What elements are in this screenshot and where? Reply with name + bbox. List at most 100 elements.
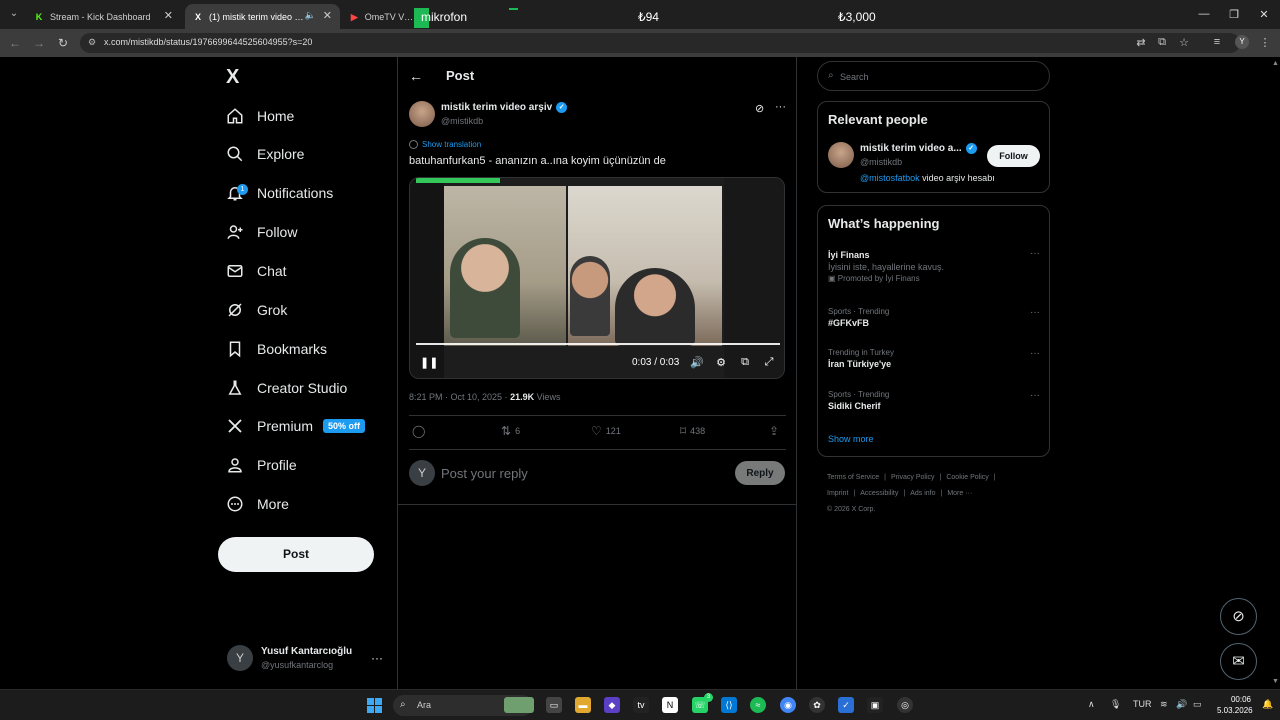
media-control-icon[interactable]: ≡ (1210, 36, 1224, 48)
sidebar-item-notifications[interactable]: 1 Notifications (226, 180, 333, 206)
reply-button[interactable]: Reply (735, 461, 785, 485)
repost-action[interactable]: ⇅ 6 (501, 424, 520, 438)
volume-icon[interactable]: 🔊 (1176, 699, 1187, 710)
page-scrollbar[interactable] (1271, 57, 1280, 689)
windows-start-icon[interactable] (367, 698, 382, 713)
site-info-icon[interactable]: ⚙ (88, 37, 96, 48)
tab-x-post[interactable]: X (1) mistik terim video arşiv 🔈 ✕ (185, 4, 340, 29)
translate-icon[interactable]: ⇄ (1134, 36, 1148, 49)
footer-link[interactable]: More ··· (947, 490, 972, 497)
restore-icon[interactable]: ❐ (1224, 8, 1244, 21)
grok-explain-icon[interactable]: ⊘ (755, 102, 764, 115)
wifi-icon[interactable]: ≋ (1160, 699, 1168, 710)
speaker-icon[interactable]: 🔈 (305, 10, 316, 21)
author-name[interactable]: mistik terim video arşiv ✓ (441, 102, 568, 113)
search-highlight-icon[interactable] (504, 697, 534, 713)
share-action[interactable]: ⇪ (769, 424, 783, 438)
reload-icon[interactable]: ↻ (56, 36, 70, 50)
sidebar-item-follow[interactable]: Follow (226, 219, 297, 245)
sidebar-item-more[interactable]: More (226, 491, 289, 517)
x-logo-icon[interactable]: X (226, 66, 239, 89)
apple-tv-icon[interactable]: tv (633, 697, 649, 713)
messages-fab-icon[interactable]: ✉ (1220, 643, 1257, 680)
footer-link[interactable]: Privacy Policy (891, 474, 935, 481)
account-switcher[interactable]: Y Yusuf Kantarcıoğlu @yusufkantarclog ··… (227, 645, 387, 673)
like-action[interactable]: ♡ 121 (591, 424, 621, 438)
grok-fab-icon[interactable]: ⊘ (1220, 598, 1257, 635)
trend-more-icon[interactable]: ··· (1030, 348, 1040, 359)
footer-link[interactable]: Terms of Service (827, 474, 879, 481)
footer-link[interactable]: Imprint (827, 490, 848, 497)
chrome-icon[interactable]: ◉ (780, 697, 796, 713)
sidebar-item-grok[interactable]: Grok (226, 297, 287, 323)
relevant-person-avatar[interactable] (828, 142, 854, 168)
tab-close-icon[interactable]: ✕ (164, 9, 173, 22)
search-input[interactable] (840, 68, 1040, 85)
trend-more-icon[interactable]: ··· (1030, 390, 1040, 401)
sidebar-item-profile[interactable]: Profile (226, 452, 297, 478)
bookmark-action[interactable]: ⌑ 438 (680, 424, 705, 438)
obs-icon[interactable]: ◎ (897, 697, 913, 713)
pause-icon[interactable]: ❚❚ (420, 356, 438, 369)
tray-overflow-icon[interactable]: ∧ (1088, 699, 1095, 710)
video-progress-bar[interactable] (416, 343, 780, 345)
todo-icon[interactable]: ✓ (838, 697, 854, 713)
window-close-icon[interactable]: ✕ (1254, 8, 1274, 21)
relevant-person-name[interactable]: mistik terim video a... ✓ (860, 143, 977, 154)
install-app-icon[interactable]: ⧉ (1155, 36, 1169, 49)
show-translation-link[interactable]: Show translation (409, 140, 481, 149)
back-arrow-icon[interactable]: ← (409, 68, 423, 84)
scroll-up-icon[interactable]: ▲ (1272, 60, 1279, 67)
vscode-icon[interactable]: ⟨⟩ (721, 697, 737, 713)
microphone-icon[interactable]: 🎙 (1110, 699, 1121, 710)
sidebar-item-creator-studio[interactable]: Creator Studio (226, 375, 347, 401)
back-icon[interactable]: ← (8, 36, 22, 50)
sidebar-item-bookmarks[interactable]: Bookmarks (226, 336, 327, 362)
app-icon[interactable]: ◆ (604, 697, 620, 713)
sidebar-item-explore[interactable]: Explore (226, 141, 304, 167)
bookmark-star-icon[interactable]: ☆ (1177, 36, 1191, 49)
chatgpt-icon[interactable]: ✿ (809, 697, 825, 713)
tab-ometv[interactable]: ▶ OmeTV Video (342, 4, 422, 29)
video-player[interactable]: ❚❚ 0:03 / 0:03 🔊 ⚙ ⧉ ⤢ (409, 177, 785, 379)
address-bar[interactable]: ⚙ x.com/mistikdb/status/1976699644525604… (80, 33, 1240, 53)
sidebar-item-chat[interactable]: Chat (226, 258, 287, 284)
notion-icon[interactable]: N (662, 697, 678, 713)
task-view-icon[interactable]: ▭ (546, 697, 562, 713)
bio-mention-link[interactable]: @mistosfatbok (860, 173, 920, 183)
taskbar-clock[interactable]: 00:06 5.03.2026 (1217, 694, 1253, 716)
spotify-icon[interactable]: ≈ (750, 697, 766, 713)
battery-icon[interactable]: ▭ (1193, 699, 1202, 710)
trend-item[interactable]: Trending in Turkey İran Türkiye'ye ··· (828, 348, 1040, 369)
url-text[interactable]: x.com/mistikdb/status/197669964452560495… (104, 37, 312, 47)
search-box[interactable]: ⌕ (817, 61, 1050, 91)
account-more-icon[interactable]: ··· (371, 651, 383, 665)
reply-action[interactable]: ◯ (412, 424, 429, 438)
author-avatar[interactable] (409, 101, 435, 127)
volume-icon[interactable]: 🔊 (690, 356, 704, 369)
trend-more-icon[interactable]: ··· (1030, 248, 1040, 259)
trend-item[interactable]: İyi Finans İyisini iste, hayallerine kav… (828, 248, 1040, 283)
show-more-link[interactable]: Show more (828, 434, 874, 444)
notifications-bell-icon[interactable]: 🔔 (1262, 699, 1273, 710)
browser-menu-icon[interactable]: ⋮ (1258, 36, 1272, 49)
tab-kick-dashboard[interactable]: K Stream - Kick Dashboard ✕ (26, 4, 181, 29)
footer-link[interactable]: Accessibility (860, 490, 898, 497)
trend-more-icon[interactable]: ··· (1030, 307, 1040, 318)
scroll-down-icon[interactable]: ▼ (1272, 678, 1279, 685)
file-explorer-icon[interactable]: ▬ (575, 697, 591, 713)
trend-item[interactable]: Sports · Trending #GFKvFB ··· (828, 307, 1040, 328)
settings-gear-icon[interactable]: ⚙ (714, 356, 728, 369)
reply-input[interactable] (441, 462, 721, 484)
forward-icon[interactable]: → (32, 36, 46, 50)
sidebar-item-home[interactable]: Home (226, 103, 294, 129)
picture-in-picture-icon[interactable]: ⧉ (738, 356, 752, 369)
footer-link[interactable]: Cookie Policy (946, 474, 988, 481)
tab-close-icon[interactable]: ✕ (323, 9, 332, 22)
fullscreen-icon[interactable]: ⤢ (762, 356, 776, 369)
author-handle[interactable]: @mistikdb (441, 116, 483, 126)
capcut-icon[interactable]: ▣ (867, 697, 883, 713)
minimize-icon[interactable]: — (1194, 8, 1214, 20)
sidebar-item-premium[interactable]: Premium 50% off (226, 413, 366, 439)
footer-link[interactable]: Ads info (910, 490, 935, 497)
